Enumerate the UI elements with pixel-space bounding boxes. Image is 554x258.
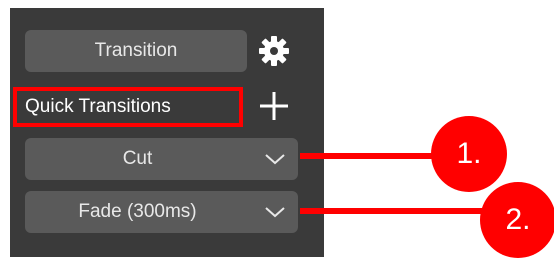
gear-icon[interactable] [256,33,292,69]
transition-button[interactable]: Transition [25,30,247,72]
quick-transition-cut-dropdown[interactable]: Cut [25,138,298,180]
plus-icon[interactable] [258,90,290,122]
dropdown-value: Cut [122,148,153,169]
quick-transition-fade-dropdown[interactable]: Fade (300ms) [25,191,298,233]
chevron-down-icon [265,207,285,218]
callout-line-1 [300,153,450,159]
quick-transitions-label: Quick Transitions [13,87,243,127]
dropdown-value: Fade (300ms) [78,201,197,222]
chevron-down-icon [265,154,285,165]
callout-badge-1: 1. [431,116,507,192]
callout-badge-2: 2. [480,182,554,258]
callout-label-2: 2. [505,203,531,236]
callout-label-1: 1. [456,137,482,170]
callout-line-2 [300,208,500,214]
quick-transitions-text: Quick Transitions [25,96,171,117]
transition-button-label: Transition [94,40,178,61]
